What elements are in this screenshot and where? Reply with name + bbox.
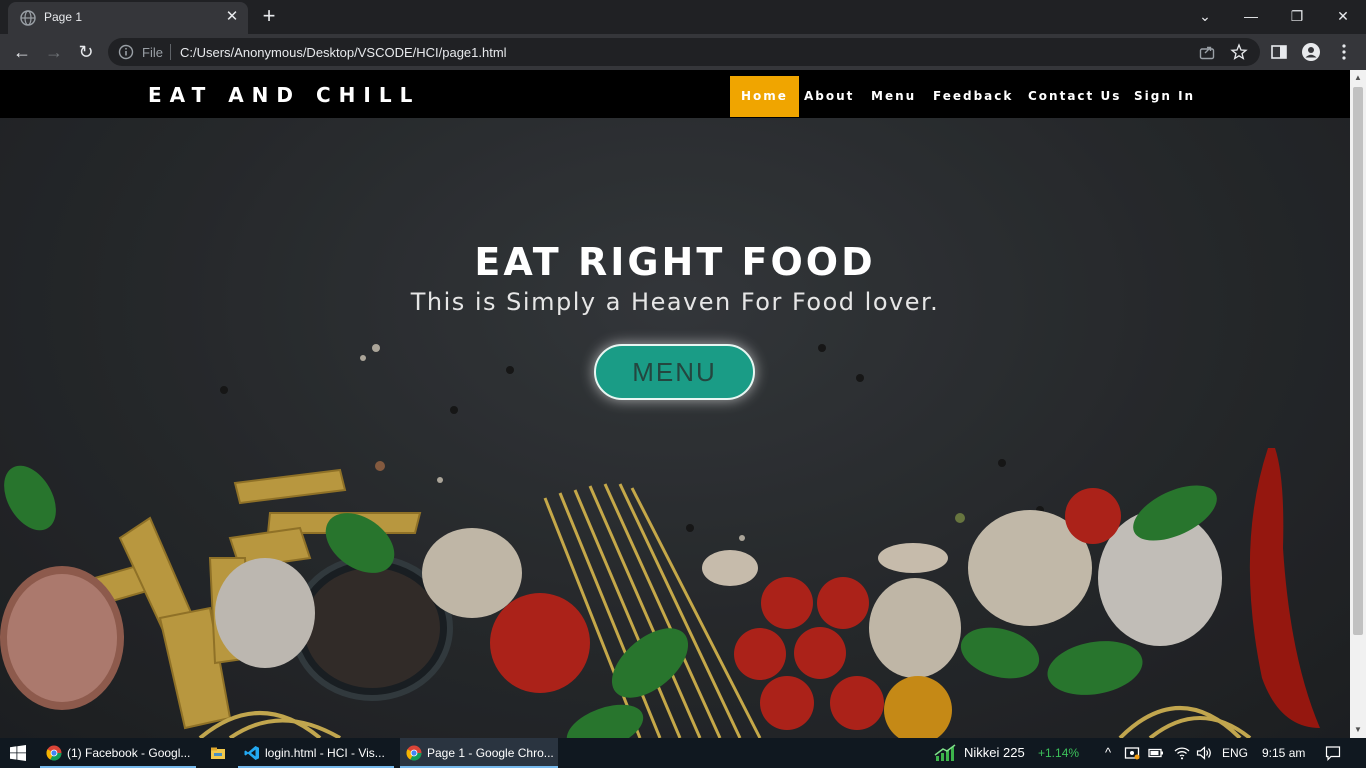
share-icon[interactable]: [1198, 43, 1216, 61]
tab-search-button[interactable]: ⌄: [1182, 0, 1228, 32]
taskbar-item-file-explorer[interactable]: [202, 738, 236, 768]
window-close-button[interactable]: ✕: [1320, 0, 1366, 32]
taskbar-item-label: (1) Facebook - Googl...: [67, 746, 191, 760]
nav-home[interactable]: Home: [730, 76, 799, 117]
chrome-icon: [46, 745, 62, 761]
info-icon[interactable]: [118, 44, 134, 60]
globe-icon: [20, 10, 36, 26]
windows-start-icon[interactable]: [10, 745, 26, 761]
nav-sign-in[interactable]: Sign In: [1123, 76, 1206, 117]
scroll-up-arrow-icon[interactable]: ▲: [1354, 74, 1362, 82]
divider: [170, 44, 171, 60]
battery-icon[interactable]: [1148, 745, 1164, 761]
tab-title: Page 1: [44, 10, 83, 24]
windows-taskbar: (1) Facebook - Googl... login.html - HCI…: [0, 738, 1366, 768]
more-options-icon[interactable]: [1334, 42, 1354, 62]
vscode-icon: [244, 746, 259, 760]
new-tab-button[interactable]: +: [258, 5, 280, 28]
browser-tab-strip: Page 1 ✕ + ⌄ — ❐ ✕: [0, 0, 1366, 34]
menu-button[interactable]: MENU: [594, 344, 755, 400]
nav-about[interactable]: About: [793, 76, 865, 117]
nav-contact-us[interactable]: Contact Us: [1017, 76, 1132, 117]
page-scrollbar[interactable]: ▲ ▼: [1350, 70, 1366, 738]
site-navbar: EAT AND CHILL Home About Menu Feedback C…: [0, 70, 1350, 118]
stock-name[interactable]: Nikkei 225: [964, 745, 1025, 760]
url-text[interactable]: C:/Users/Anonymous/Desktop/VSCODE/HCI/pa…: [180, 45, 507, 60]
notifications-icon[interactable]: [1325, 745, 1341, 761]
scroll-down-arrow-icon[interactable]: ▼: [1354, 726, 1362, 734]
taskbar-item-page1-chrome[interactable]: Page 1 - Google Chro...: [400, 738, 558, 768]
nav-feedback[interactable]: Feedback: [922, 76, 1024, 117]
clock[interactable]: 9:15 am: [1262, 746, 1305, 760]
profile-icon[interactable]: [1301, 42, 1321, 62]
minimize-button[interactable]: —: [1228, 0, 1274, 32]
restore-button[interactable]: ❐: [1274, 0, 1320, 32]
back-button[interactable]: ←: [10, 40, 34, 64]
reload-button[interactable]: ↻: [74, 40, 98, 64]
taskbar-item-vscode[interactable]: login.html - HCI - Vis...: [238, 738, 394, 768]
url-scheme: File: [142, 45, 163, 60]
nav-menu[interactable]: Menu: [860, 76, 927, 117]
address-bar[interactable]: File C:/Users/Anonymous/Desktop/VSCODE/H…: [108, 38, 1260, 66]
meet-now-icon[interactable]: [1124, 745, 1140, 761]
side-panel-icon[interactable]: [1269, 42, 1289, 62]
taskbar-item-facebook-chrome[interactable]: (1) Facebook - Googl...: [40, 738, 196, 768]
hero-title: EAT RIGHT FOOD: [474, 240, 876, 284]
scroll-thumb[interactable]: [1353, 87, 1363, 635]
browser-toolbar: ← → ↻ File C:/Users/Anonymous/Desktop/VS…: [0, 34, 1366, 70]
bookmark-star-icon[interactable]: [1230, 43, 1248, 61]
browser-tab[interactable]: Page 1 ✕: [8, 2, 248, 34]
chevron-up-icon[interactable]: ^: [1100, 745, 1116, 761]
hero-section: EAT RIGHT FOOD This is Simply a Heaven F…: [0, 118, 1350, 738]
hero-subtitle: This is Simply a Heaven For Food lover.: [410, 288, 940, 316]
volume-icon[interactable]: [1196, 745, 1212, 761]
file-explorer-icon: [211, 747, 225, 759]
forward-button[interactable]: →: [42, 40, 66, 64]
stock-chart-icon[interactable]: [934, 744, 956, 762]
tab-close-icon[interactable]: ✕: [224, 9, 240, 25]
taskbar-item-label: login.html - HCI - Vis...: [265, 746, 385, 760]
taskbar-item-label: Page 1 - Google Chro...: [427, 746, 554, 760]
wifi-icon[interactable]: [1174, 745, 1190, 761]
stock-change: +1.14%: [1038, 746, 1080, 760]
chrome-icon: [406, 745, 422, 761]
site-logo[interactable]: EAT AND CHILL: [148, 83, 420, 107]
page-viewport: EAT AND CHILL Home About Menu Feedback C…: [0, 70, 1350, 738]
hero-overlay: [0, 118, 1350, 738]
language-indicator[interactable]: ENG: [1222, 746, 1248, 760]
